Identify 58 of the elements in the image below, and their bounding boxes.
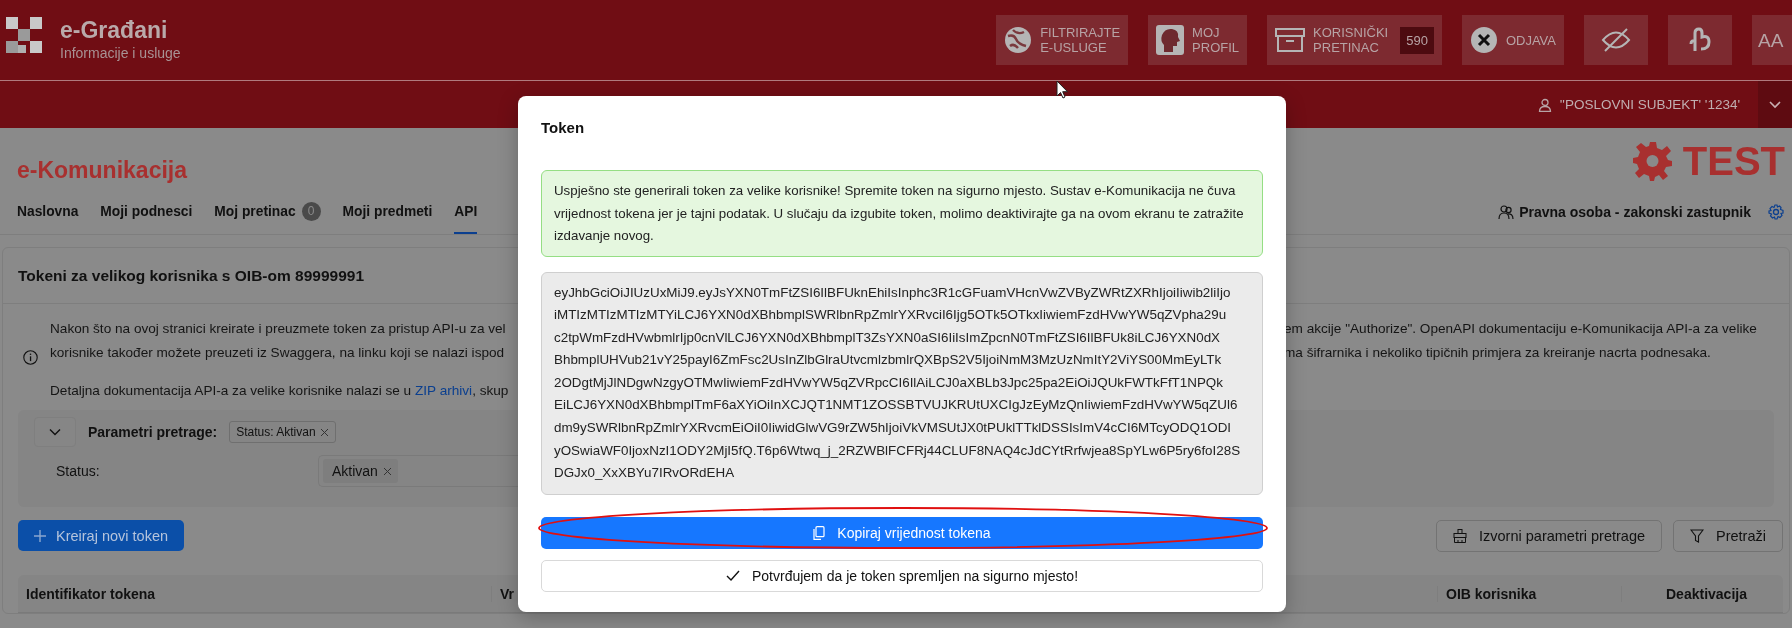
font-size-button[interactable]: AA (1752, 15, 1792, 65)
logout-button[interactable]: ODJAVA (1461, 15, 1564, 65)
user-name: ''POSLOVNI SUBJEKT' '1234' (1559, 97, 1740, 112)
head-icon (1156, 25, 1185, 55)
column-header: Deaktivacija (1621, 585, 1783, 602)
copy-icon (813, 525, 826, 540)
filter-chip: Status: Aktivan (229, 421, 336, 443)
dialog-title: Token (541, 118, 586, 138)
field-label: Status: (55, 463, 101, 479)
globe-icon (1004, 26, 1033, 54)
copy-token-button[interactable]: Kopiraj vrijednost tokena (541, 516, 1263, 549)
close-icon[interactable] (319, 427, 329, 437)
column-header: OIB korisnika (1437, 585, 1621, 602)
close-icon (1469, 26, 1498, 54)
nav-tab[interactable]: Moj pretinac 0 (214, 190, 321, 234)
users-icon (1498, 204, 1515, 220)
nav-tab[interactable]: API (454, 190, 478, 234)
info-text: korisnike također možete preuzeti iz Swaggera, na linku koji se nalazi ispod (50, 344, 506, 360)
eye-off-icon (1601, 27, 1631, 53)
site-title[interactable]: e-Građani (60, 17, 181, 43)
environment-label: TEST (1682, 138, 1785, 184)
filter-services-button[interactable]: FILTRIRAJTE E-USLUGE (996, 15, 1129, 65)
confirm-button[interactable]: Potvrđujem da je token spremljen na sigurno mjesto! (541, 559, 1263, 592)
column-header: Identifikator tokena (25, 585, 157, 602)
site-subtitle: Informacije i usluge (60, 44, 181, 63)
funnel-icon (1690, 529, 1705, 543)
token-value: eyJhbGciOiJIUzUxMiJ9.eyJsYXN0TmFtZSI6IlBFUknEhiIsInphc3R1cGFuamVHcnVwZVByZWRtZXRhIjoiIiwib2liIjo iMTIzMTIzMTIzMTYiLCJ6YXN0dXBhbmplSWRlbnRpZmlrYXRvciI6Ijg5OTk5OTkxIiwiemFzdHVwYW5qZVpha29u c2tpWmFzdHVwbmlrIjp0cnVlLCJ6YXN0dXBhbmplT3ZsYXN0aSI6IiIsImZpcnN0TmFtZSI6IlBFUk8iLCJ6YXN0dX BhbmplUHVub21vY25payI6ZmFsc2UsInZlbGlraUtvcmlzbmlrQXBpS2V5IjoiNmM3MzUzNmItY2ViYS00MmEyLTk 2ODgtMjJlNDgwNzgyOTMwIiwiemFzdHVwYW5qZVRpcCI6IlAiLCJ0aXBLb3Jpc25pa2EiOiJQUkFWTkFfT1NPQk EiLCJ6YXN0dXBhbmplTmF6aXYiOiInXCJQT1NMT1ZOSSBTVUJKRUtUXCIgJzEyMzQnIiwiemFzdHVwYW5qZUl6 dm9ySWRlbnRpZmlrYXRvcmEiOiI0IiwidGlwVG9rZW5hIjoiVkVMSUtJX0tPUklTTklDSSIsImV4cCI6MTcyODQ1ODI yOSwiaWF0IjoxNzI1ODY2MjI5fQ.T6p6Wtwq_j_2RZWBlFCFRj44CLUF8NAQ4cJdCYtRrfwjea8SpYLw6P5ry6foI28S DGJx0_XxXBYu7IRvORdEHA (541, 271, 1263, 495)
role-label: Pravna osoba - zakonski zastupnik (1519, 204, 1751, 220)
user-icon (1537, 97, 1552, 112)
close-icon[interactable] (382, 466, 392, 476)
nav-tab[interactable]: Moji predmeti (342, 190, 433, 234)
profile-button[interactable]: MOJ PROFIL (1148, 15, 1248, 65)
page-title: e-Komunikacija (17, 156, 187, 184)
filter-label: Parametri pretrage: (88, 424, 218, 440)
nav-tab[interactable]: Naslovna (17, 190, 79, 234)
check-icon (725, 570, 740, 582)
chevron-down-icon (1769, 100, 1781, 109)
visibility-button[interactable] (1584, 15, 1648, 65)
sign-language-button[interactable] (1668, 15, 1732, 65)
selected-tag: Aktivan (323, 459, 398, 483)
settings-icon[interactable] (1768, 204, 1784, 220)
status-select[interactable]: Aktivan (318, 455, 520, 487)
info-icon (23, 349, 38, 365)
search-button[interactable]: Pretraži (1673, 520, 1783, 552)
mailbox-button[interactable]: KORISNIČKI PRETINAC 590 (1267, 15, 1442, 65)
create-token-button[interactable]: Kreiraj novi token (18, 520, 185, 551)
info-text: Nakon što na ovoj stranici kreirate i preuzmete token za pristup API-u za vel (50, 320, 507, 336)
nav-tab[interactable]: Moji podnesci (100, 190, 193, 234)
count-badge: 0 (301, 201, 321, 221)
gear-icon (1632, 141, 1673, 181)
card-title: Tokeni za velikog korisnika s OIB-om 89999991 (18, 266, 365, 285)
info-text: Detaljna dokumentacija API-a za velike korisnike nalazi se u ZIP arhivi, skup (50, 383, 510, 398)
zip-link[interactable]: ZIP arhivi (414, 383, 473, 398)
plus-icon (34, 529, 46, 542)
reset-button[interactable]: Izvorni parametri pretrage (1436, 520, 1663, 552)
archive-icon (1275, 27, 1306, 53)
chevron-icon (49, 426, 61, 438)
success-message: Uspješno ste generirali token za velike korisnike! Spremite token na sigurno mjesto. Sustav e-Komunikacija ne čuva vrijednost tokena jer je tajni podatak. U slučaju da izgubite token, molimo deaktivirajte ga na ovom ekranu te zatražite izdavanje novog. (541, 170, 1263, 257)
